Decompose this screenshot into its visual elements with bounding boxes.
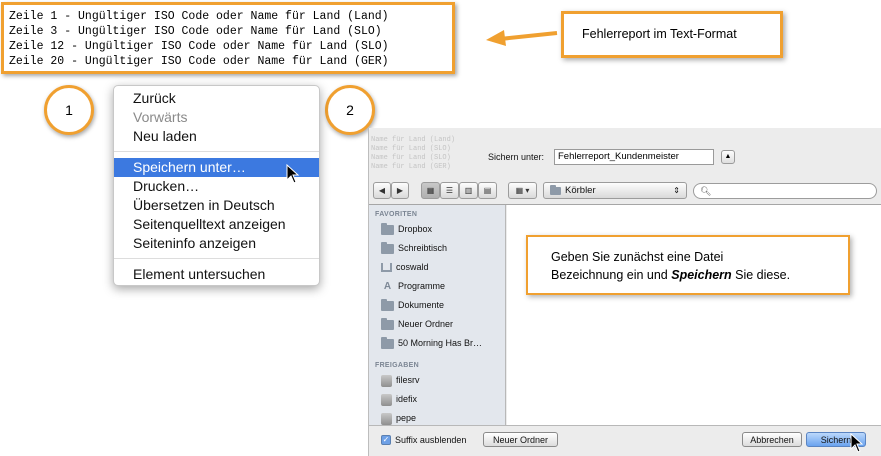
checkmark-icon: ✓ — [382, 435, 390, 444]
arrange-button[interactable]: ▦ ▾ — [508, 182, 537, 199]
menu-separator — [114, 151, 319, 152]
sidebar-item-label: Schreibtisch — [398, 243, 448, 253]
callout-text: Bezeichnung ein und — [551, 268, 672, 282]
dialog-sidebar: FAVORITEN Dropbox Schreibtisch coswald A… — [369, 205, 506, 425]
home-icon — [381, 263, 392, 272]
report-line: Zeile 3 - Ungültiger ISO Code oder Name … — [9, 25, 382, 38]
sidebar-item-label: Dokumente — [398, 300, 445, 310]
mouse-cursor-icon — [850, 433, 864, 453]
menu-item-translate[interactable]: Übersetzen in Deutsch — [114, 196, 319, 215]
callout-arrow-icon — [486, 30, 558, 46]
hide-suffix-label: Suffix ausblenden — [395, 435, 467, 445]
sidebar-item-label: pepe — [396, 413, 417, 423]
report-line: Zeile 12 - Ungültiger ISO Code oder Name… — [9, 40, 389, 53]
folder-icon — [381, 336, 394, 349]
favorites-header: FAVORITEN — [375, 211, 418, 218]
chevron-left-icon: ◀ — [378, 186, 386, 195]
menu-item-forward: Vorwärts — [133, 109, 188, 125]
save-dialog: Name für Land (Land) Name für Land (SLO)… — [368, 128, 881, 456]
hide-suffix-checkbox[interactable]: ✓ — [381, 435, 391, 445]
sidebar-item-label: coswald — [396, 262, 429, 272]
menu-item-back[interactable]: Zurück — [114, 89, 319, 108]
callout-line: Bezeichnung ein und Speichern Sie diese. — [551, 266, 848, 284]
server-icon — [381, 393, 392, 406]
menu-separator — [114, 258, 319, 259]
error-report-box: Zeile 1 - Ungültiger ISO Code oder Name … — [1, 2, 455, 74]
sidebar-item-applications[interactable]: A Programme — [369, 277, 505, 296]
sidebar-item-home[interactable]: coswald — [369, 258, 505, 277]
chevron-right-icon: ▶ — [396, 186, 404, 195]
folder-icon — [381, 241, 394, 254]
menu-item-view-source[interactable]: Seitenquelltext anzeigen — [114, 215, 319, 234]
dialog-footer: ✓ Suffix ausblenden Neuer Ordner Abbrech… — [369, 425, 881, 456]
back-button[interactable]: ◀ — [373, 182, 391, 199]
callout-emphasis: Speichern — [671, 268, 732, 282]
sidebar-item-new-folder[interactable]: Neuer Ordner — [369, 315, 505, 334]
folder-icon — [381, 222, 394, 235]
grid-view-icon: ▦ — [426, 186, 435, 195]
list-view-button[interactable]: ☰ — [440, 182, 459, 199]
sidebar-item-documents[interactable]: Dokumente — [369, 296, 505, 315]
callout-line: Geben Sie zunächst eine Datei — [551, 250, 724, 264]
cancel-button[interactable]: Abbrechen — [742, 432, 802, 447]
location-label: Körbler — [565, 185, 596, 196]
coverflow-icon: ▤ — [483, 186, 492, 195]
server-icon — [381, 374, 392, 387]
shared-header: FREIGABEN — [375, 362, 419, 369]
sidebar-item-label: filesrv — [396, 375, 420, 385]
location-select[interactable]: Körbler ⇕ — [543, 182, 687, 199]
folder-icon — [550, 184, 561, 195]
menu-item-inspect[interactable]: Element untersuchen — [114, 265, 319, 284]
triangle-up-icon: ▲ — [724, 153, 732, 160]
coverflow-view-button[interactable]: ▤ — [478, 182, 497, 199]
sidebar-item-idefix[interactable]: idefix — [369, 390, 505, 409]
callout-text: Sie diese. — [731, 268, 791, 282]
sidebar-item-desktop[interactable]: Schreibtisch — [369, 239, 505, 258]
menu-item-page-info[interactable]: Seiteninfo anzeigen — [114, 234, 319, 253]
report-line: Zeile 1 - Ungültiger ISO Code oder Name … — [9, 10, 389, 23]
save-as-label: Sichern unter: — [488, 152, 545, 162]
sidebar-item-filesrv[interactable]: filesrv — [369, 371, 505, 390]
search-icon: 🔍︎ — [700, 186, 712, 196]
menu-item-reload[interactable]: Neu laden — [114, 127, 319, 146]
sidebar-item-label: Programme — [398, 281, 446, 291]
arrange-icon: ▦ ▾ — [515, 186, 530, 195]
icon-view-button[interactable]: ▦ — [421, 182, 440, 199]
context-menu: Zurück Vorwärts Neu laden Speichern unte… — [113, 85, 320, 286]
report-line: Zeile 20 - Ungültiger ISO Code oder Name… — [9, 55, 389, 68]
folder-icon — [381, 298, 394, 311]
sidebar-item-label: 50 Morning Has Br… — [398, 338, 483, 348]
dialog-toolbar: ◀ ▶ ▦ ☰ ▥ ▤ ▦ ▾ Körbler ⇕ 🔍︎ — [369, 180, 881, 202]
sidebar-item-morning[interactable]: 50 Morning Has Br… — [369, 334, 505, 353]
sidebar-item-dropbox[interactable]: Dropbox — [369, 220, 505, 239]
forward-button[interactable]: ▶ — [391, 182, 409, 199]
column-view-button[interactable]: ▥ — [459, 182, 478, 199]
sidebar-item-label: Dropbox — [398, 224, 433, 234]
server-icon — [381, 412, 392, 425]
new-folder-button[interactable]: Neuer Ordner — [483, 432, 558, 447]
applications-icon: A — [383, 280, 392, 292]
save-instruction-callout: Geben Sie zunächst eine Datei Bezeichnun… — [526, 235, 850, 295]
search-field[interactable]: 🔍︎ — [693, 183, 877, 199]
column-view-icon: ▥ — [464, 186, 473, 195]
sidebar-item-label: Neuer Ordner — [398, 319, 454, 329]
filename-input[interactable]: Fehlerreport_Kundenmeister — [554, 149, 714, 165]
sidebar-item-label: idefix — [396, 394, 418, 404]
folder-icon — [381, 317, 394, 330]
updown-arrows-icon: ⇕ — [673, 186, 680, 195]
mouse-cursor-icon — [286, 164, 300, 184]
report-format-callout: Fehlerreport im Text-Format — [561, 11, 783, 58]
step-1-badge: 1 — [44, 85, 94, 135]
expand-dialog-button[interactable]: ▲ — [721, 150, 735, 164]
background-ghost-text: Name für Land (Land) Name für Land (SLO)… — [371, 136, 456, 171]
list-view-icon: ☰ — [445, 186, 454, 195]
sidebar-item-pepe[interactable]: pepe — [369, 409, 505, 425]
